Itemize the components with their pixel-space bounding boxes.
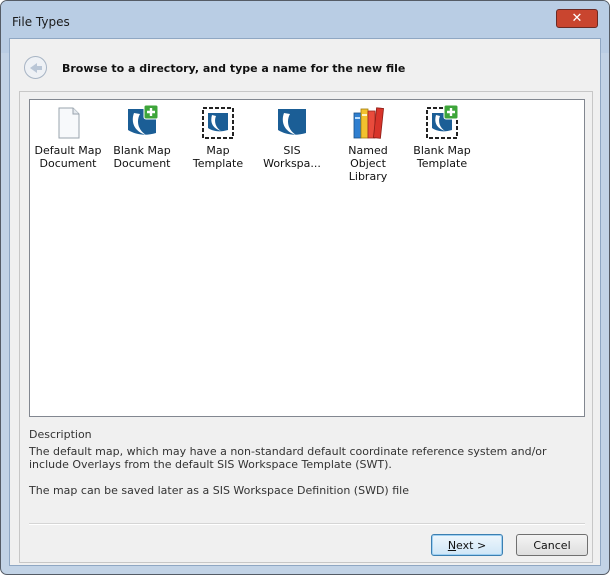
wizard-header: Browse to a directory, and type a name f… [62, 62, 406, 75]
sis-workspace-icon [274, 105, 310, 141]
map-template-icon [200, 105, 236, 141]
divider [29, 523, 585, 525]
description-paragraph: The map can be saved later as a SIS Work… [29, 484, 409, 497]
file-type-label: Blank Map [413, 144, 471, 157]
file-type-sis-workspace[interactable]: SIS Workspa... [254, 105, 330, 170]
dialog-window: File Types ✕ Browse to a directory, and … [0, 0, 610, 575]
close-button[interactable]: ✕ [556, 9, 598, 28]
window-title: File Types [12, 15, 70, 29]
file-type-label: Blank Map [113, 144, 171, 157]
file-type-label: Named Object [348, 144, 388, 170]
cancel-button[interactable]: Cancel [516, 534, 588, 556]
next-label: ext > [456, 538, 487, 552]
file-type-named-object-library[interactable]: Named Object Library [330, 105, 406, 183]
file-type-label-line2: Workspa... [263, 157, 321, 170]
next-mnemonic: N [447, 538, 457, 552]
file-type-map-template[interactable]: Map Template [180, 105, 256, 170]
file-type-label-line2: Template [416, 157, 468, 170]
document-icon [50, 105, 86, 141]
blank-map-template-icon [424, 104, 460, 141]
close-icon: ✕ [571, 11, 583, 26]
file-type-label-line2: Document [39, 157, 97, 170]
file-type-label-line2: Library [348, 170, 388, 183]
file-type-default-map-document[interactable]: Default Map Document [30, 105, 106, 170]
books-icon [350, 105, 386, 141]
next-button[interactable]: Next > [431, 534, 503, 556]
file-type-label: Map Template [192, 144, 244, 170]
file-type-label: SIS [283, 144, 301, 157]
dialog-client-area: Browse to a directory, and type a name f… [9, 38, 601, 566]
file-type-blank-map-template[interactable]: Blank Map Template [404, 104, 480, 170]
description-text: The default map, which may have a non-st… [29, 445, 585, 510]
file-type-blank-map-document[interactable]: Blank Map Document [104, 104, 180, 170]
file-type-list[interactable]: Default Map Document Blank Map Document [29, 99, 585, 417]
description-paragraph: The default map, which may have a non-st… [29, 445, 547, 471]
file-type-label: Default Map [34, 144, 102, 157]
description-title: Description [29, 428, 92, 441]
file-type-label-line2: Document [113, 157, 171, 170]
blank-map-document-icon [124, 104, 160, 141]
back-button[interactable] [24, 56, 47, 79]
